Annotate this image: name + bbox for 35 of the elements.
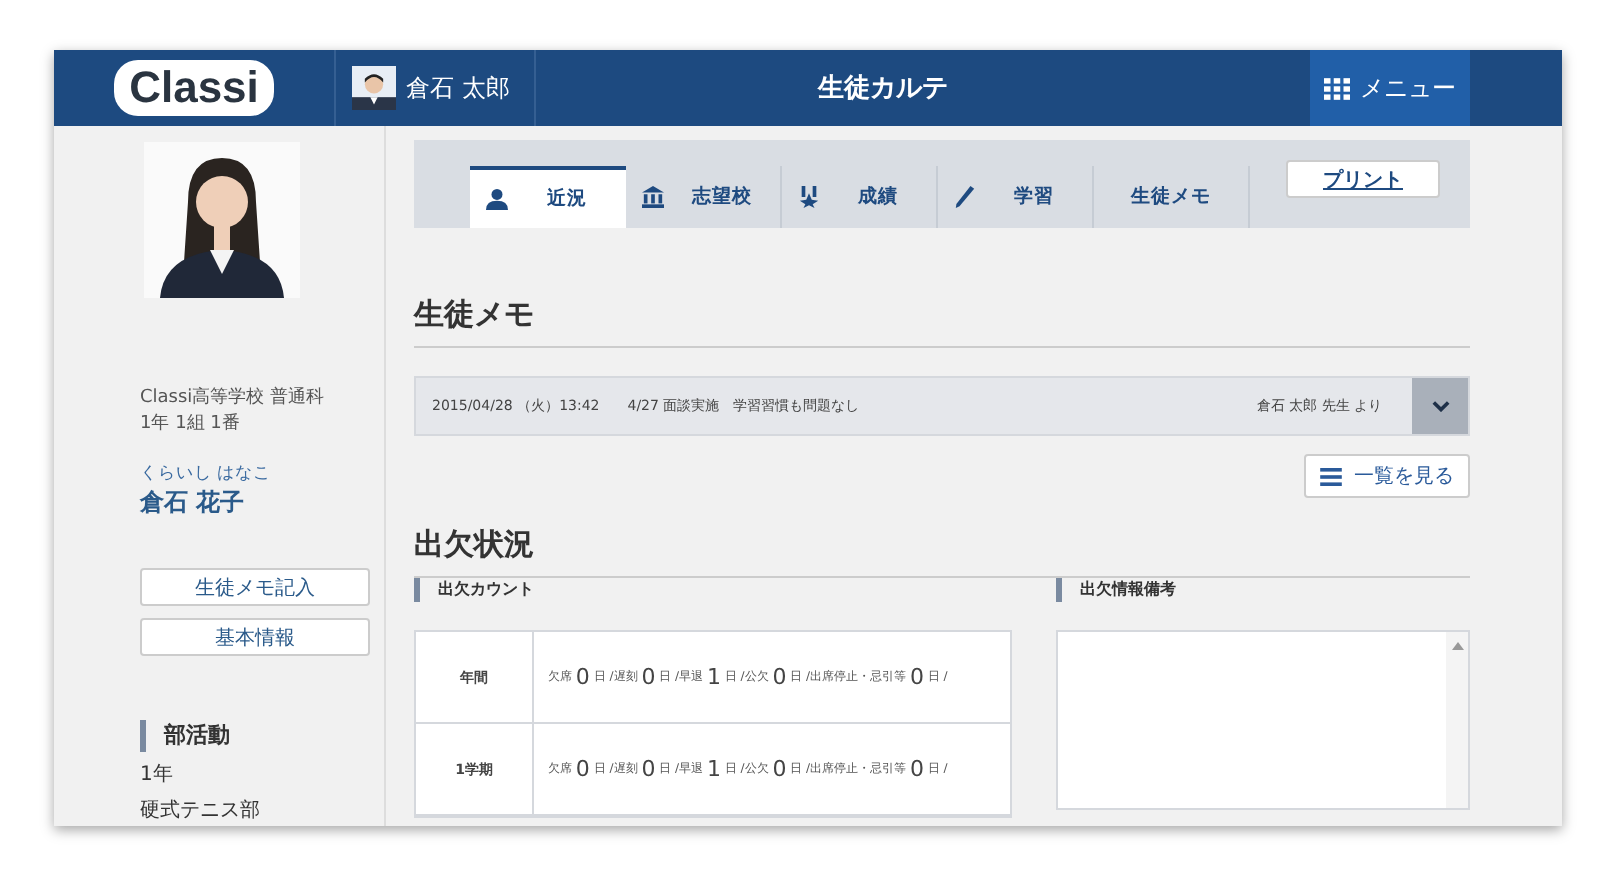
subsection-heading: 出欠情報備考 (1056, 578, 1176, 602)
section-heading: 生徒メモ (414, 296, 1470, 348)
expand-button[interactable] (1412, 378, 1468, 434)
menu-button[interactable]: メニュー (1310, 50, 1470, 126)
sidebar-button[interactable]: 生徒メモ記入 (140, 568, 370, 606)
scrollbar[interactable] (1446, 632, 1468, 808)
class-info: 1年 1組 1番 (140, 412, 242, 438)
logo[interactable]: Classi (113, 60, 275, 116)
person-icon (486, 188, 508, 210)
grid-icon (1324, 77, 1350, 99)
section-heading: 部活動 (140, 720, 260, 752)
building-icon (642, 186, 664, 208)
tab[interactable]: 近況 (470, 166, 626, 228)
school-name: Classi高等学校 普通科 (140, 386, 325, 412)
list-icon (1320, 467, 1342, 485)
pencil-icon (954, 186, 976, 208)
sidebar-button[interactable]: 基本情報 (140, 618, 370, 656)
print-button[interactable]: プリント (1286, 160, 1440, 198)
scroll-up-icon (1451, 642, 1463, 650)
club-year: 1年 (140, 762, 175, 788)
medal-icon (798, 186, 820, 208)
tab[interactable]: 成績 (782, 166, 938, 228)
section-heading: 出欠状況 (414, 526, 1470, 578)
club-name: 硬式テニス部 (140, 797, 260, 824)
tab[interactable]: 志望校 (626, 166, 782, 228)
list-button[interactable]: 一覧を見る (1304, 454, 1470, 498)
subsection-heading: 出欠カウント (414, 578, 534, 602)
page-title: 生徒カルテ (815, 72, 950, 106)
notes-field[interactable] (1056, 630, 1470, 810)
chevron-icon (1431, 400, 1449, 412)
name-reading: くらいし はなこ (140, 462, 274, 486)
student-name: 倉石 花子 (140, 486, 247, 520)
tab[interactable]: 学習 (938, 166, 1094, 228)
user-name[interactable]: 倉石 太郎 (406, 71, 510, 105)
tab[interactable]: 生徒メモ (1094, 166, 1250, 228)
